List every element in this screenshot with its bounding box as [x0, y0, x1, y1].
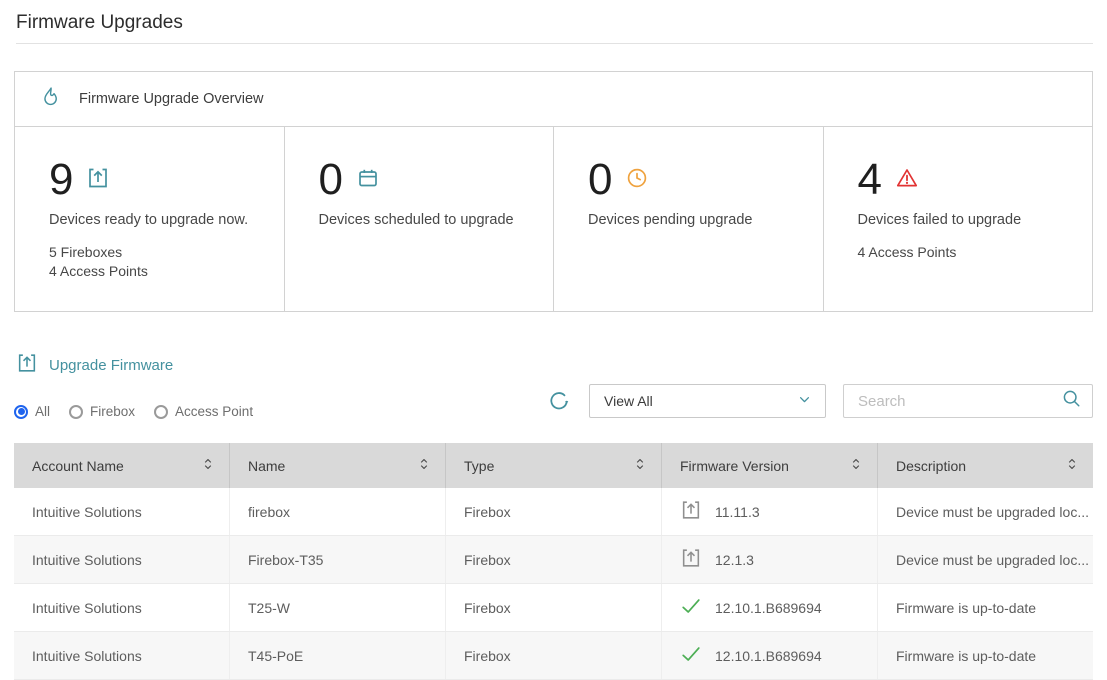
- cell-name: T25-W: [230, 584, 446, 631]
- stat-failed-value: 4: [858, 157, 882, 203]
- stat-ready-value: 9: [49, 157, 73, 203]
- upload-icon: [86, 166, 110, 195]
- radio-unselected-icon: [69, 405, 83, 419]
- refresh-button[interactable]: [547, 389, 572, 414]
- cell-firmware-version: 12.1.3: [662, 536, 878, 583]
- refresh-icon: [547, 402, 572, 417]
- overview-card-header: Firmware Upgrade Overview: [15, 72, 1092, 127]
- cell-account-name: Intuitive Solutions: [14, 632, 230, 679]
- cell-account-name: Intuitive Solutions: [14, 584, 230, 631]
- firmware-version-text: 12.10.1.B689694: [715, 648, 822, 664]
- stat-failed-to-upgrade: 4 Devices failed to upgrade 4 Access Poi…: [824, 127, 1093, 311]
- column-label: Type: [464, 458, 494, 474]
- flame-icon: [39, 85, 62, 113]
- upgrade-firmware-button[interactable]: Upgrade Firmware: [16, 352, 173, 378]
- stat-ready-to-upgrade: 9 Devices ready to upgrade now. 5 Firebo…: [15, 127, 285, 311]
- stat-scheduled-value: 0: [319, 157, 343, 203]
- sort-icon[interactable]: [417, 457, 431, 474]
- stat-pending-label: Devices pending upgrade: [588, 212, 805, 228]
- firmware-version-text: 11.11.3: [715, 504, 760, 520]
- stat-ready-label: Devices ready to upgrade now.: [49, 212, 266, 228]
- check-icon: [680, 595, 702, 620]
- overview-card-title: Firmware Upgrade Overview: [79, 91, 264, 107]
- firmware-version-text: 12.1.3: [715, 552, 754, 568]
- cell-type: Firebox: [446, 632, 662, 679]
- stat-pending-value: 0: [588, 157, 612, 203]
- device-type-filter-group: All Firebox Access Point: [14, 404, 253, 419]
- radio-selected-icon: [14, 405, 28, 419]
- firmware-upgrade-overview-card: Firmware Upgrade Overview 9 Devices read…: [14, 71, 1093, 312]
- table-header-row: Account Name Name Type Firmware Version …: [14, 443, 1093, 488]
- cell-type: Firebox: [446, 584, 662, 631]
- column-header-name[interactable]: Name: [230, 443, 446, 488]
- stat-scheduled-to-upgrade: 0 Devices scheduled to upgrade: [285, 127, 555, 311]
- sort-icon[interactable]: [1065, 457, 1079, 474]
- cell-account-name: Intuitive Solutions: [14, 488, 230, 535]
- cell-firmware-version: 11.11.3: [662, 488, 878, 535]
- cell-firmware-version: 12.10.1.B689694: [662, 584, 878, 631]
- upload-icon: [680, 547, 702, 572]
- search-icon[interactable]: [1061, 388, 1082, 414]
- column-header-account-name[interactable]: Account Name: [14, 443, 230, 488]
- column-header-description[interactable]: Description: [878, 443, 1093, 488]
- view-filter-dropdown[interactable]: View All: [589, 384, 826, 418]
- stat-ready-subline-fireboxes: 5 Fireboxes: [49, 243, 266, 262]
- sort-icon[interactable]: [633, 457, 647, 474]
- stat-scheduled-label: Devices scheduled to upgrade: [319, 212, 536, 228]
- stat-failed-subline-access-points: 4 Access Points: [858, 243, 1075, 262]
- cell-description: Firmware is up-to-date: [878, 632, 1093, 679]
- cell-name: Firebox-T35: [230, 536, 446, 583]
- cell-account-name: Intuitive Solutions: [14, 536, 230, 583]
- stat-pending-upgrade: 0 Devices pending upgrade: [554, 127, 824, 311]
- column-label: Firmware Version: [680, 458, 789, 474]
- cell-firmware-version: 12.10.1.B689694: [662, 632, 878, 679]
- table-toolbar: Upgrade Firmware All Firebox Access Poin…: [14, 352, 1093, 419]
- firmware-table: Account Name Name Type Firmware Version …: [14, 443, 1093, 680]
- view-filter-value: View All: [604, 393, 653, 409]
- table-row[interactable]: Intuitive Solutions Firebox-T35 Firebox …: [14, 536, 1093, 584]
- column-label: Description: [896, 458, 966, 474]
- column-label: Name: [248, 458, 285, 474]
- upload-icon: [680, 499, 702, 524]
- column-header-type[interactable]: Type: [446, 443, 662, 488]
- stat-failed-label: Devices failed to upgrade: [858, 212, 1075, 228]
- cell-name: firebox: [230, 488, 446, 535]
- upload-icon: [16, 352, 38, 378]
- stat-ready-subline-access-points: 4 Access Points: [49, 262, 266, 281]
- column-header-firmware-version[interactable]: Firmware Version: [662, 443, 878, 488]
- table-row[interactable]: Intuitive Solutions T45-PoE Firebox 12.1…: [14, 632, 1093, 680]
- overview-stats: 9 Devices ready to upgrade now. 5 Firebo…: [15, 127, 1092, 311]
- calendar-icon: [356, 166, 380, 195]
- cell-name: T45-PoE: [230, 632, 446, 679]
- sort-icon[interactable]: [849, 457, 863, 474]
- filter-access-point-label: Access Point: [175, 404, 253, 419]
- table-row[interactable]: Intuitive Solutions T25-W Firebox 12.10.…: [14, 584, 1093, 632]
- filter-radio-all[interactable]: All: [14, 404, 50, 419]
- warning-icon: [895, 166, 919, 195]
- upgrade-firmware-label: Upgrade Firmware: [49, 357, 173, 374]
- filter-firebox-label: Firebox: [90, 404, 135, 419]
- search-box: [843, 384, 1093, 418]
- column-label: Account Name: [32, 458, 124, 474]
- chevron-down-icon: [796, 391, 813, 411]
- check-icon: [680, 643, 702, 668]
- filter-radio-firebox[interactable]: Firebox: [69, 404, 135, 419]
- firmware-version-text: 12.10.1.B689694: [715, 600, 822, 616]
- cell-description: Device must be upgraded loc...: [878, 536, 1093, 583]
- cell-type: Firebox: [446, 488, 662, 535]
- page-title: Firmware Upgrades: [16, 12, 1093, 44]
- cell-description: Firmware is up-to-date: [878, 584, 1093, 631]
- cell-type: Firebox: [446, 536, 662, 583]
- cell-description: Device must be upgraded loc...: [878, 488, 1093, 535]
- search-input[interactable]: [856, 392, 1061, 411]
- table-row[interactable]: Intuitive Solutions firebox Firebox 11.1…: [14, 488, 1093, 536]
- clock-icon: [625, 166, 649, 195]
- sort-icon[interactable]: [201, 457, 215, 474]
- radio-unselected-icon: [154, 405, 168, 419]
- filter-all-label: All: [35, 404, 50, 419]
- filter-radio-access-point[interactable]: Access Point: [154, 404, 253, 419]
